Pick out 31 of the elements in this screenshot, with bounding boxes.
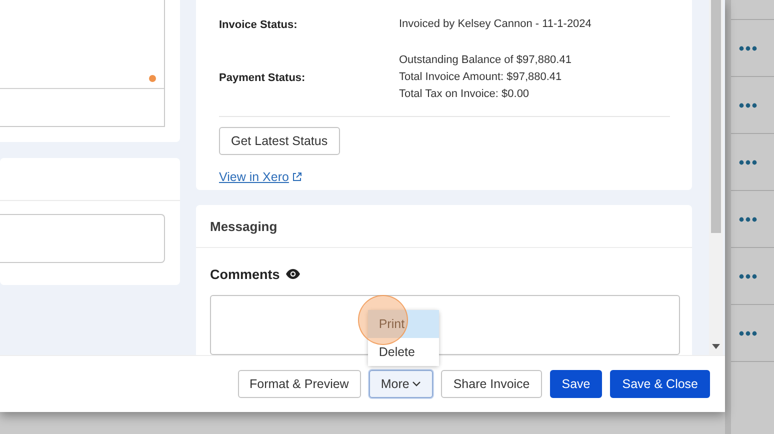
field-value: Outstanding Balance of $97,880.41 xyxy=(399,53,572,68)
status-dot-icon xyxy=(149,75,156,82)
scrollbar[interactable] xyxy=(709,0,723,355)
footer-button[interactable]: Share Invoice xyxy=(441,370,542,398)
more-options-icon[interactable] xyxy=(739,46,757,50)
scroll-down-icon[interactable] xyxy=(712,344,720,349)
eye-icon[interactable] xyxy=(286,269,300,279)
menu-item[interactable]: Delete xyxy=(368,338,439,366)
external-link-icon xyxy=(292,172,302,182)
more-options-icon[interactable] xyxy=(739,330,757,336)
field-label: Invoice Status: xyxy=(219,18,298,30)
field-value: Invoiced by Kelsey Cannon - 11-1-2024 xyxy=(399,17,592,32)
field-value: Total Tax on Invoice: $0.00 xyxy=(399,87,530,102)
field-value: Total Invoice Amount: $97,880.41 xyxy=(399,70,563,85)
chevron-down-icon xyxy=(412,381,422,387)
input-field[interactable] xyxy=(0,214,165,263)
panel-title: Messaging xyxy=(210,218,278,234)
footer-button[interactable]: Format & Preview xyxy=(238,370,361,398)
more-options-icon[interactable] xyxy=(739,274,757,278)
comments-label: Comments xyxy=(210,266,280,282)
get-latest-status-button[interactable]: Get Latest Status xyxy=(219,127,340,155)
click-highlight xyxy=(358,295,408,345)
more-options-icon[interactable] xyxy=(739,216,757,222)
more-button[interactable]: More xyxy=(368,370,434,398)
save-button[interactable]: Save & Close xyxy=(610,370,710,398)
more-options-icon[interactable] xyxy=(739,160,757,164)
field-label: Payment Status: xyxy=(219,72,306,84)
save-button[interactable]: Save xyxy=(550,370,602,398)
more-options-icon[interactable] xyxy=(739,102,757,108)
comments-field[interactable] xyxy=(210,295,680,355)
view-in-xero-link[interactable]: View in Xero xyxy=(219,169,302,185)
